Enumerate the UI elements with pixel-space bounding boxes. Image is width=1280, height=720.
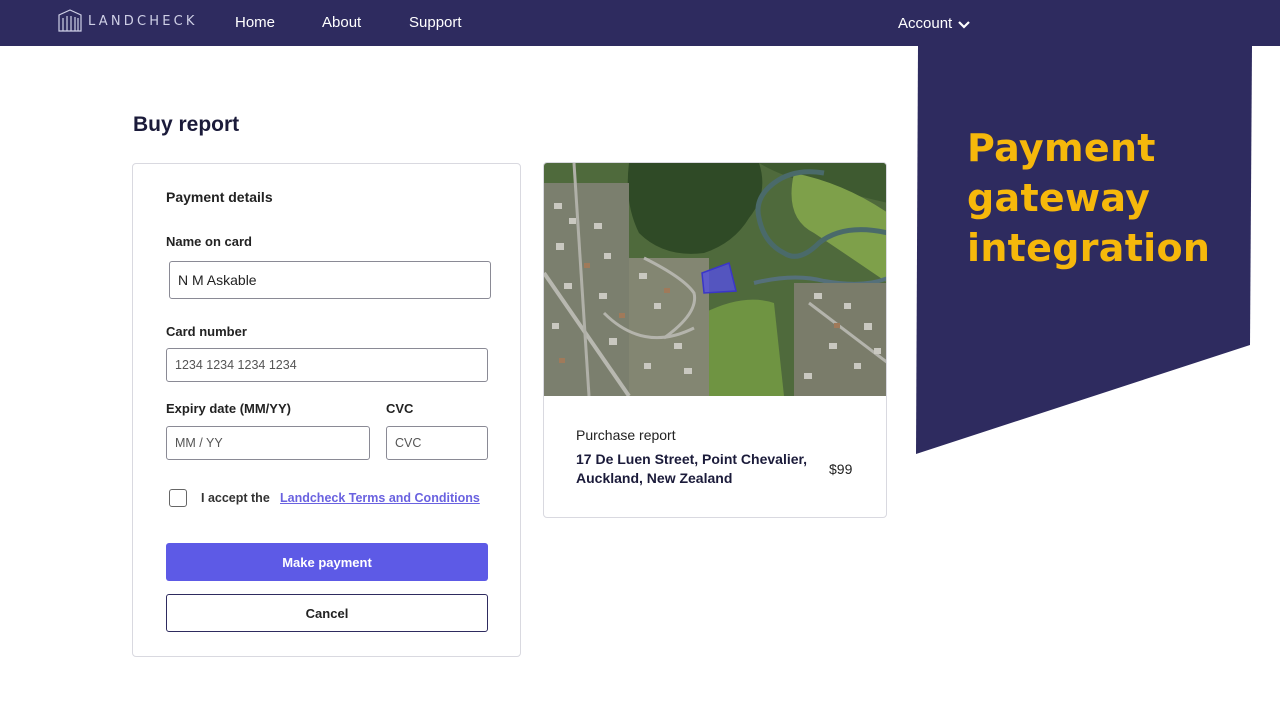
cancel-button[interactable]: Cancel bbox=[166, 594, 488, 632]
nav-link-support[interactable]: Support bbox=[409, 14, 462, 31]
terms-checkbox[interactable] bbox=[169, 489, 187, 507]
report-summary-card: Purchase report 17 De Luen Street, Point… bbox=[543, 162, 887, 518]
landcheck-logo[interactable]: LANDCHECK bbox=[58, 9, 198, 33]
building-logo-icon bbox=[58, 9, 82, 32]
expiry-date-input[interactable]: MM / YY bbox=[166, 426, 370, 460]
payment-card: Payment details Name on card N M Askable… bbox=[132, 163, 521, 657]
report-price: $99 bbox=[829, 461, 853, 477]
cvc-label: CVC bbox=[386, 401, 414, 416]
property-address: 17 De Luen Street, Point Chevalier, Auck… bbox=[576, 451, 808, 486]
top-navbar: LANDCHECK Home About Support Account bbox=[0, 0, 1280, 46]
nav-link-about[interactable]: About bbox=[322, 14, 361, 31]
account-label: Account bbox=[898, 15, 953, 32]
nav-link-home[interactable]: Home bbox=[235, 14, 275, 31]
make-payment-button[interactable]: Make payment bbox=[166, 543, 488, 581]
accept-terms-text: I accept the bbox=[201, 491, 270, 505]
logo-text: LANDCHECK bbox=[88, 13, 198, 29]
expiry-date-label: Expiry date (MM/YY) bbox=[166, 401, 291, 416]
purchase-report-label: Purchase report bbox=[576, 427, 676, 443]
card-number-input[interactable]: 1234 1234 1234 1234 bbox=[166, 348, 488, 382]
account-menu[interactable]: Account bbox=[898, 15, 970, 32]
terms-and-conditions-link[interactable]: Landcheck Terms and Conditions bbox=[280, 491, 480, 505]
name-on-card-input[interactable]: N M Askable bbox=[169, 261, 491, 299]
cvc-input[interactable]: CVC bbox=[386, 426, 488, 460]
page-title: Buy report bbox=[133, 113, 240, 136]
chevron-down-icon bbox=[958, 20, 970, 29]
payment-section-title: Payment details bbox=[166, 189, 273, 205]
banner-text: Payment gateway integration bbox=[967, 126, 1211, 270]
card-number-label: Card number bbox=[166, 324, 247, 339]
name-on-card-label: Name on card bbox=[166, 234, 252, 249]
aerial-map-image bbox=[544, 163, 886, 396]
